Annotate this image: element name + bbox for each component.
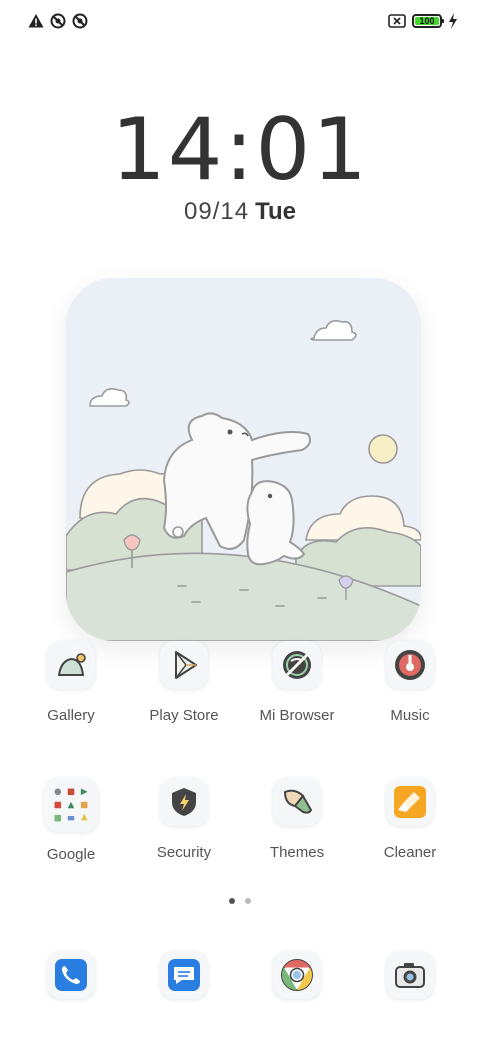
- app-music[interactable]: Music: [355, 641, 465, 724]
- cleaner-icon[interactable]: [386, 778, 434, 826]
- date-line[interactable]: 09/14 Tue: [0, 198, 480, 226]
- app-mi-browser[interactable]: Mi Browser: [242, 641, 352, 724]
- music-label: Music: [390, 707, 430, 724]
- app-security[interactable]: Security: [129, 778, 239, 861]
- camera-icon[interactable]: [386, 951, 434, 999]
- app-google-folder[interactable]: Google: [16, 778, 126, 863]
- play-store-icon[interactable]: [160, 641, 208, 689]
- battery-level: 100: [419, 16, 435, 26]
- google-label: Google: [46, 846, 96, 863]
- bears-illustration: [66, 278, 421, 641]
- google-folder-icon[interactable]: [44, 778, 98, 832]
- charging-bolt-icon: [449, 13, 457, 29]
- clock-time[interactable]: 14:01: [0, 100, 480, 200]
- cleaner-label: Cleaner: [383, 844, 437, 861]
- page-dot-1[interactable]: [229, 898, 235, 904]
- music-icon[interactable]: [386, 641, 434, 689]
- bears-photo-widget[interactable]: [66, 278, 421, 641]
- app-cleaner[interactable]: Cleaner: [355, 778, 465, 861]
- no-sync-icon: [50, 13, 66, 29]
- status-left: [28, 13, 88, 29]
- battery-icon: 100: [412, 14, 444, 28]
- date-text: 09/14: [184, 198, 250, 225]
- page-dot-2[interactable]: [245, 898, 251, 904]
- status-right: 100: [388, 13, 458, 29]
- app-gallery[interactable]: Gallery: [16, 641, 126, 724]
- app-themes[interactable]: Themes: [242, 778, 352, 861]
- day-text: Tue: [255, 198, 296, 225]
- mi-browser-icon[interactable]: [273, 641, 321, 689]
- themes-icon[interactable]: [273, 778, 321, 826]
- warning-icon: [28, 14, 44, 28]
- themes-label: Themes: [269, 844, 325, 861]
- play-store-label: Play Store: [149, 707, 219, 724]
- messages-icon[interactable]: [160, 951, 208, 999]
- security-icon[interactable]: [160, 778, 208, 826]
- sun-icon: [368, 434, 398, 464]
- gallery-icon[interactable]: [47, 641, 95, 689]
- phone-icon[interactable]: [47, 951, 95, 999]
- status-bar: 100: [0, 0, 480, 40]
- no-sync-icon: [72, 13, 88, 29]
- chrome-icon[interactable]: [273, 951, 321, 999]
- security-label: Security: [156, 844, 212, 861]
- page-indicator[interactable]: [0, 898, 480, 904]
- app-play-store[interactable]: Play Store: [129, 641, 239, 724]
- sim-off-icon: [388, 14, 406, 28]
- gallery-label: Gallery: [47, 707, 95, 724]
- mi-browser-label: Mi Browser: [259, 707, 335, 724]
